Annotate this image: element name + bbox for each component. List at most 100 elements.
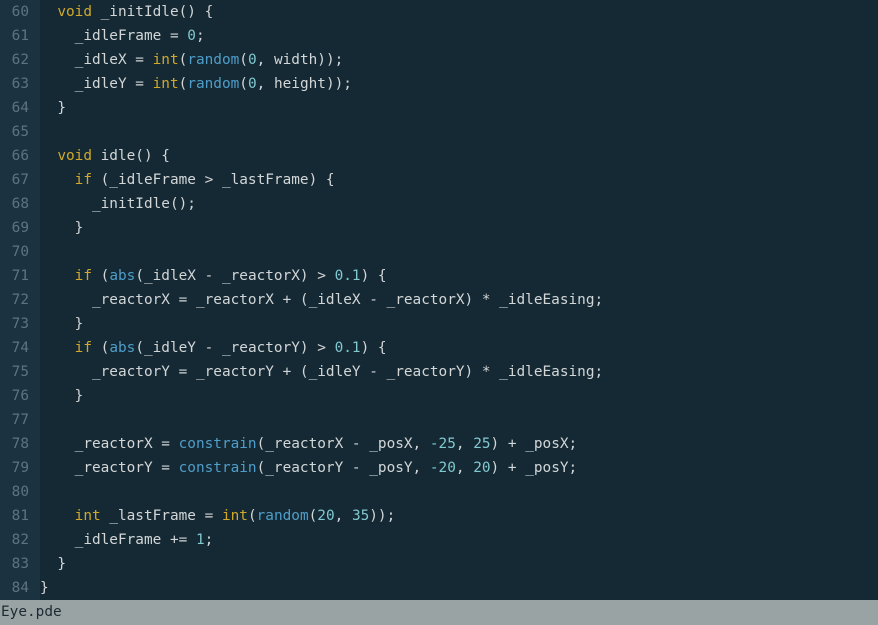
code-editor[interactable]: 60 void _initIdle() {61 _idleFrame = 0; 6… [0, 0, 878, 600]
keyword-token: if [74, 172, 92, 188]
number-token: 20 [473, 460, 491, 476]
code-line[interactable]: 80 [0, 480, 878, 504]
code-text: void _initIdle() { [40, 0, 213, 24]
code-line[interactable]: 70 [0, 240, 878, 264]
code-line[interactable]: 69 } [0, 216, 878, 240]
line-number: 70 [11, 244, 29, 260]
keyword-token: void [57, 4, 92, 20]
code-text: } [40, 312, 84, 336]
code-text: } [40, 552, 66, 576]
code-token: _lastFrame = [100, 508, 222, 524]
line-number: 72 [11, 292, 29, 308]
code-line[interactable]: 63 _idleY = int(random(0, height)); [0, 72, 878, 96]
code-token: } [40, 220, 84, 236]
code-line[interactable]: 77 [0, 408, 878, 432]
code-line[interactable]: 72 _reactorX = _reactorX + (_idleX - _re… [0, 288, 878, 312]
function-token: constrain [178, 436, 257, 452]
code-token: (_idleY - _reactorY) > [135, 340, 335, 356]
code-line[interactable]: 64 } [0, 96, 878, 120]
code-token: , [455, 436, 474, 452]
line-number: 64 [11, 100, 29, 116]
number-token: 0 [247, 76, 257, 92]
number-token: 1 [195, 532, 205, 548]
code-text: _reactorY = _reactorY + (_idleY - _react… [40, 360, 603, 384]
code-line[interactable]: 67 if (_idleFrame > _lastFrame) { [0, 168, 878, 192]
number-token: 35 [351, 508, 370, 524]
code-line[interactable]: 83 } [0, 552, 878, 576]
code-text: _idleY = int(random(0, height)); [40, 72, 352, 96]
function-token: constrain [178, 460, 257, 476]
code-line[interactable]: 78 _reactorX = constrain(_reactorX - _po… [0, 432, 878, 456]
line-number: 67 [11, 172, 29, 188]
code-token: } [40, 100, 66, 116]
line-number: 76 [11, 388, 29, 404]
code-line[interactable]: 65 [0, 120, 878, 144]
code-line[interactable]: 74 if (abs(_idleY - _reactorY) > 0.1) { [0, 336, 878, 360]
number-token: -20 [429, 460, 456, 476]
code-line[interactable]: 84} [0, 576, 878, 600]
code-text: if (abs(_idleX - _reactorX) > 0.1) { [40, 264, 387, 288]
code-text: _idleFrame = 0; [40, 24, 205, 48]
line-number: 84 [11, 580, 29, 596]
code-token: ; [204, 532, 214, 548]
line-number: 61 [11, 28, 29, 44]
code-token: ; [195, 28, 205, 44]
function-token: abs [109, 268, 136, 284]
function-token: abs [109, 340, 136, 356]
line-number: 65 [11, 124, 29, 140]
code-line[interactable]: 61 _idleFrame = 0; [0, 24, 878, 48]
code-token: _idleFrame = [40, 28, 188, 44]
line-number: 60 [11, 4, 29, 20]
code-token: ( [91, 340, 110, 356]
code-token: , height)); [256, 76, 352, 92]
code-line[interactable]: 60 void _initIdle() { [0, 0, 878, 24]
line-number: 71 [11, 268, 29, 284]
code-text: _idleFrame += 1; [40, 528, 214, 552]
code-text: } [40, 384, 84, 408]
code-text: if (abs(_idleY - _reactorY) > 0.1) { [40, 336, 387, 360]
code-line[interactable]: 75 _reactorY = _reactorY + (_idleY - _re… [0, 360, 878, 384]
code-token: (_reactorY - _posY, [256, 460, 430, 476]
code-token: ( [247, 508, 257, 524]
code-token: ( [239, 76, 248, 92]
line-number: 83 [11, 556, 29, 572]
code-token: } [40, 556, 66, 572]
function-token: random [187, 52, 240, 68]
code-line[interactable]: 81 int _lastFrame = int(random(20, 35)); [0, 504, 878, 528]
code-token: ( [178, 52, 188, 68]
code-line[interactable]: 73 } [0, 312, 878, 336]
code-line[interactable]: 62 _idleX = int(random(0, width)); [0, 48, 878, 72]
code-token: , width)); [256, 52, 344, 68]
line-number: 62 [11, 52, 29, 68]
keyword-token: if [74, 340, 92, 356]
code-text: _reactorY = constrain(_reactorY - _posY,… [40, 456, 578, 480]
code-token: ) + _posX; [490, 436, 578, 452]
code-token: _idleX = [40, 52, 153, 68]
code-line[interactable]: 76 } [0, 384, 878, 408]
function-token: random [256, 508, 309, 524]
code-token: _reactorX = _reactorX + (_idleX - _react… [40, 292, 604, 308]
code-line[interactable]: 66 void idle() { [0, 144, 878, 168]
code-token: _idleFrame += [40, 532, 196, 548]
number-token: 0.1 [334, 268, 361, 284]
line-number: 68 [11, 196, 29, 212]
code-token: ( [239, 52, 248, 68]
line-number: 81 [11, 508, 29, 524]
code-text: _initIdle(); [40, 192, 196, 216]
function-token: random [187, 76, 240, 92]
code-text: } [40, 216, 84, 240]
line-number: 74 [11, 340, 29, 356]
code-text: } [40, 96, 66, 120]
code-line[interactable]: 82 _idleFrame += 1; [0, 528, 878, 552]
code-token: ( [308, 508, 318, 524]
code-token: , [334, 508, 352, 524]
code-line[interactable]: 71 if (abs(_idleX - _reactorX) > 0.1) { [0, 264, 878, 288]
code-line[interactable]: 79 _reactorY = constrain(_reactorY - _po… [0, 456, 878, 480]
code-line[interactable]: 68 _initIdle(); [0, 192, 878, 216]
keyword-token: int [152, 52, 179, 68]
number-token: 20 [317, 508, 335, 524]
